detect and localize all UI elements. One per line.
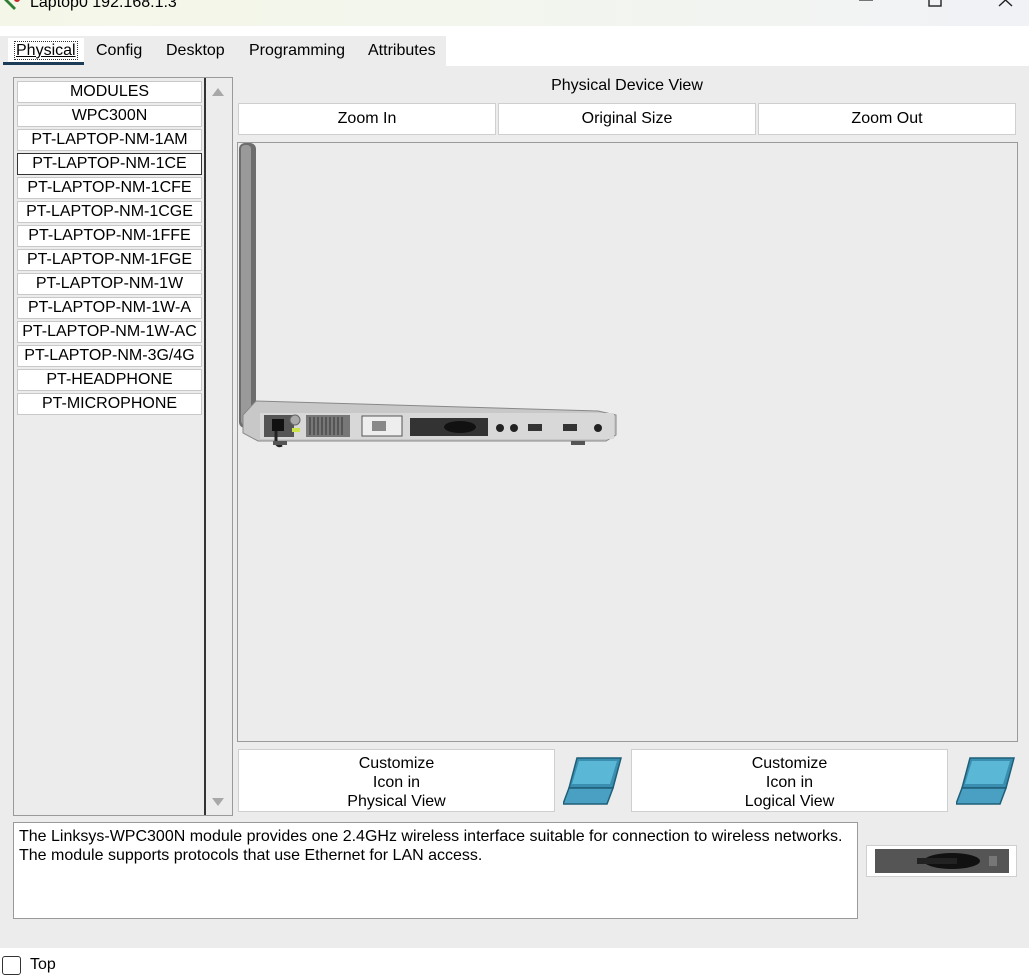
scroll-down-arrow-icon[interactable] <box>212 798 224 806</box>
module-item-nm-1fge[interactable]: PT-LAPTOP-NM-1FGE <box>17 249 202 271</box>
module-item-nm-1w[interactable]: PT-LAPTOP-NM-1W <box>17 273 202 295</box>
customize-physical-line-1: Customize <box>358 755 435 772</box>
module-item-wpc300n[interactable]: WPC300N <box>17 105 202 127</box>
module-item-nm-1cfe[interactable]: PT-LAPTOP-NM-1CFE <box>17 177 202 199</box>
module-item-microphone[interactable]: PT-MICROPHONE <box>17 393 202 415</box>
module-header: MODULES <box>17 81 202 103</box>
footer <box>0 948 1029 977</box>
module-item-nm-1ce[interactable]: PT-LAPTOP-NM-1CE <box>17 153 202 175</box>
module-preview-image <box>866 845 1017 877</box>
customize-logical-line-1: Customize <box>751 755 828 772</box>
module-item-headphone[interactable]: PT-HEADPHONE <box>17 369 202 391</box>
tab-programming[interactable]: Programming <box>243 38 351 64</box>
module-item-nm-3g4g[interactable]: PT-LAPTOP-NM-3G/4G <box>17 345 202 367</box>
window-title: Laptop0 192.168.1.3 <box>30 0 177 11</box>
maximize-icon[interactable] <box>925 0 945 14</box>
zoom-in-button[interactable]: Zoom In <box>238 103 496 135</box>
customize-physical-view-button[interactable]: Customize Icon in Physical View <box>238 749 555 812</box>
tab-physical[interactable]: Physical <box>8 38 84 64</box>
laptop-icon <box>956 757 1015 805</box>
zoom-out-button[interactable]: Zoom Out <box>758 103 1016 135</box>
tab-attributes[interactable]: Attributes <box>362 38 442 64</box>
module-item-nm-1am[interactable]: PT-LAPTOP-NM-1AM <box>17 129 202 151</box>
tab-config[interactable]: Config <box>90 38 148 64</box>
customize-logical-view-button[interactable]: Customize Icon in Logical View <box>631 749 948 812</box>
modules-panel: MODULES WPC300N PT-LAPTOP-NM-1AM PT-LAPT… <box>13 77 233 816</box>
physical-device-view-title: Physical Device View <box>551 77 703 94</box>
tab-desktop[interactable]: Desktop <box>160 38 231 64</box>
module-item-nm-1w-a[interactable]: PT-LAPTOP-NM-1W-A <box>17 297 202 319</box>
active-tab-indicator <box>3 62 84 65</box>
title-bar: Laptop0 192.168.1.3 <box>0 0 1029 26</box>
customize-logical-line-3: Logical View <box>744 793 835 810</box>
module-description: The Linksys-WPC300N module provides one … <box>13 822 858 919</box>
module-item-nm-1ffe[interactable]: PT-LAPTOP-NM-1FFE <box>17 225 202 247</box>
scroll-up-arrow-icon[interactable] <box>212 88 224 96</box>
module-item-nm-1cge[interactable]: PT-LAPTOP-NM-1CGE <box>17 201 202 223</box>
customize-logical-line-2: Icon in <box>765 774 814 791</box>
app-icon <box>4 0 20 10</box>
top-label: Top <box>30 956 56 973</box>
physical-device-canvas[interactable] <box>237 142 1018 742</box>
customize-physical-line-2: Icon in <box>372 774 421 791</box>
customize-physical-line-3: Physical View <box>347 793 446 810</box>
module-item-nm-1w-ac[interactable]: PT-LAPTOP-NM-1W-AC <box>17 321 202 343</box>
close-icon[interactable] <box>996 0 1016 14</box>
laptop-side-view-image <box>239 143 617 448</box>
minimize-icon[interactable] <box>856 0 876 14</box>
modules-list: MODULES WPC300N PT-LAPTOP-NM-1AM PT-LAPT… <box>14 78 206 815</box>
top-checkbox[interactable] <box>2 956 21 975</box>
laptop-icon <box>563 757 622 805</box>
original-size-button[interactable]: Original Size <box>498 103 756 135</box>
